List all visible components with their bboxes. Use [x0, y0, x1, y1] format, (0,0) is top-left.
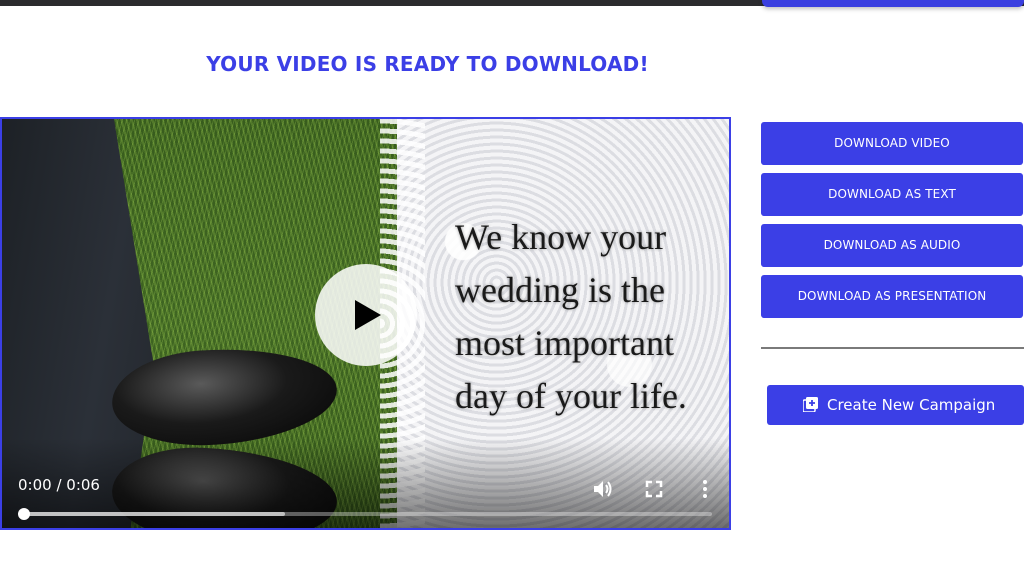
video-player[interactable]: We know your wedding is the most importa… [0, 117, 731, 530]
fullscreen-icon [645, 480, 663, 498]
add-box-icon [803, 397, 818, 412]
divider [761, 347, 1024, 349]
page-title: YOUR VIDEO IS READY TO DOWNLOAD! [206, 52, 649, 76]
volume-icon [594, 481, 612, 497]
progress-buffered [24, 512, 286, 516]
download-audio-button[interactable]: DOWNLOAD AS AUDIO [761, 224, 1023, 267]
download-presentation-button[interactable]: DOWNLOAD AS PRESENTATION [761, 275, 1023, 318]
more-vertical-icon [703, 480, 707, 498]
download-text-button[interactable]: DOWNLOAD AS TEXT [761, 173, 1023, 216]
download-video-button[interactable]: DOWNLOAD VIDEO [761, 122, 1023, 165]
create-campaign-label: Create New Campaign [827, 396, 996, 414]
progress-bar[interactable] [18, 508, 712, 520]
play-button[interactable] [315, 264, 417, 366]
more-options-button[interactable] [694, 478, 716, 500]
create-campaign-button[interactable]: Create New Campaign [767, 385, 1024, 425]
fullscreen-button[interactable] [643, 478, 665, 500]
play-icon [355, 300, 381, 330]
top-nav-tab[interactable] [762, 0, 1024, 7]
video-overlay-text: We know your wedding is the most importa… [455, 217, 687, 416]
video-time: 0:00 / 0:06 [18, 476, 100, 494]
volume-button[interactable] [592, 478, 614, 500]
progress-thumb[interactable] [18, 508, 30, 520]
